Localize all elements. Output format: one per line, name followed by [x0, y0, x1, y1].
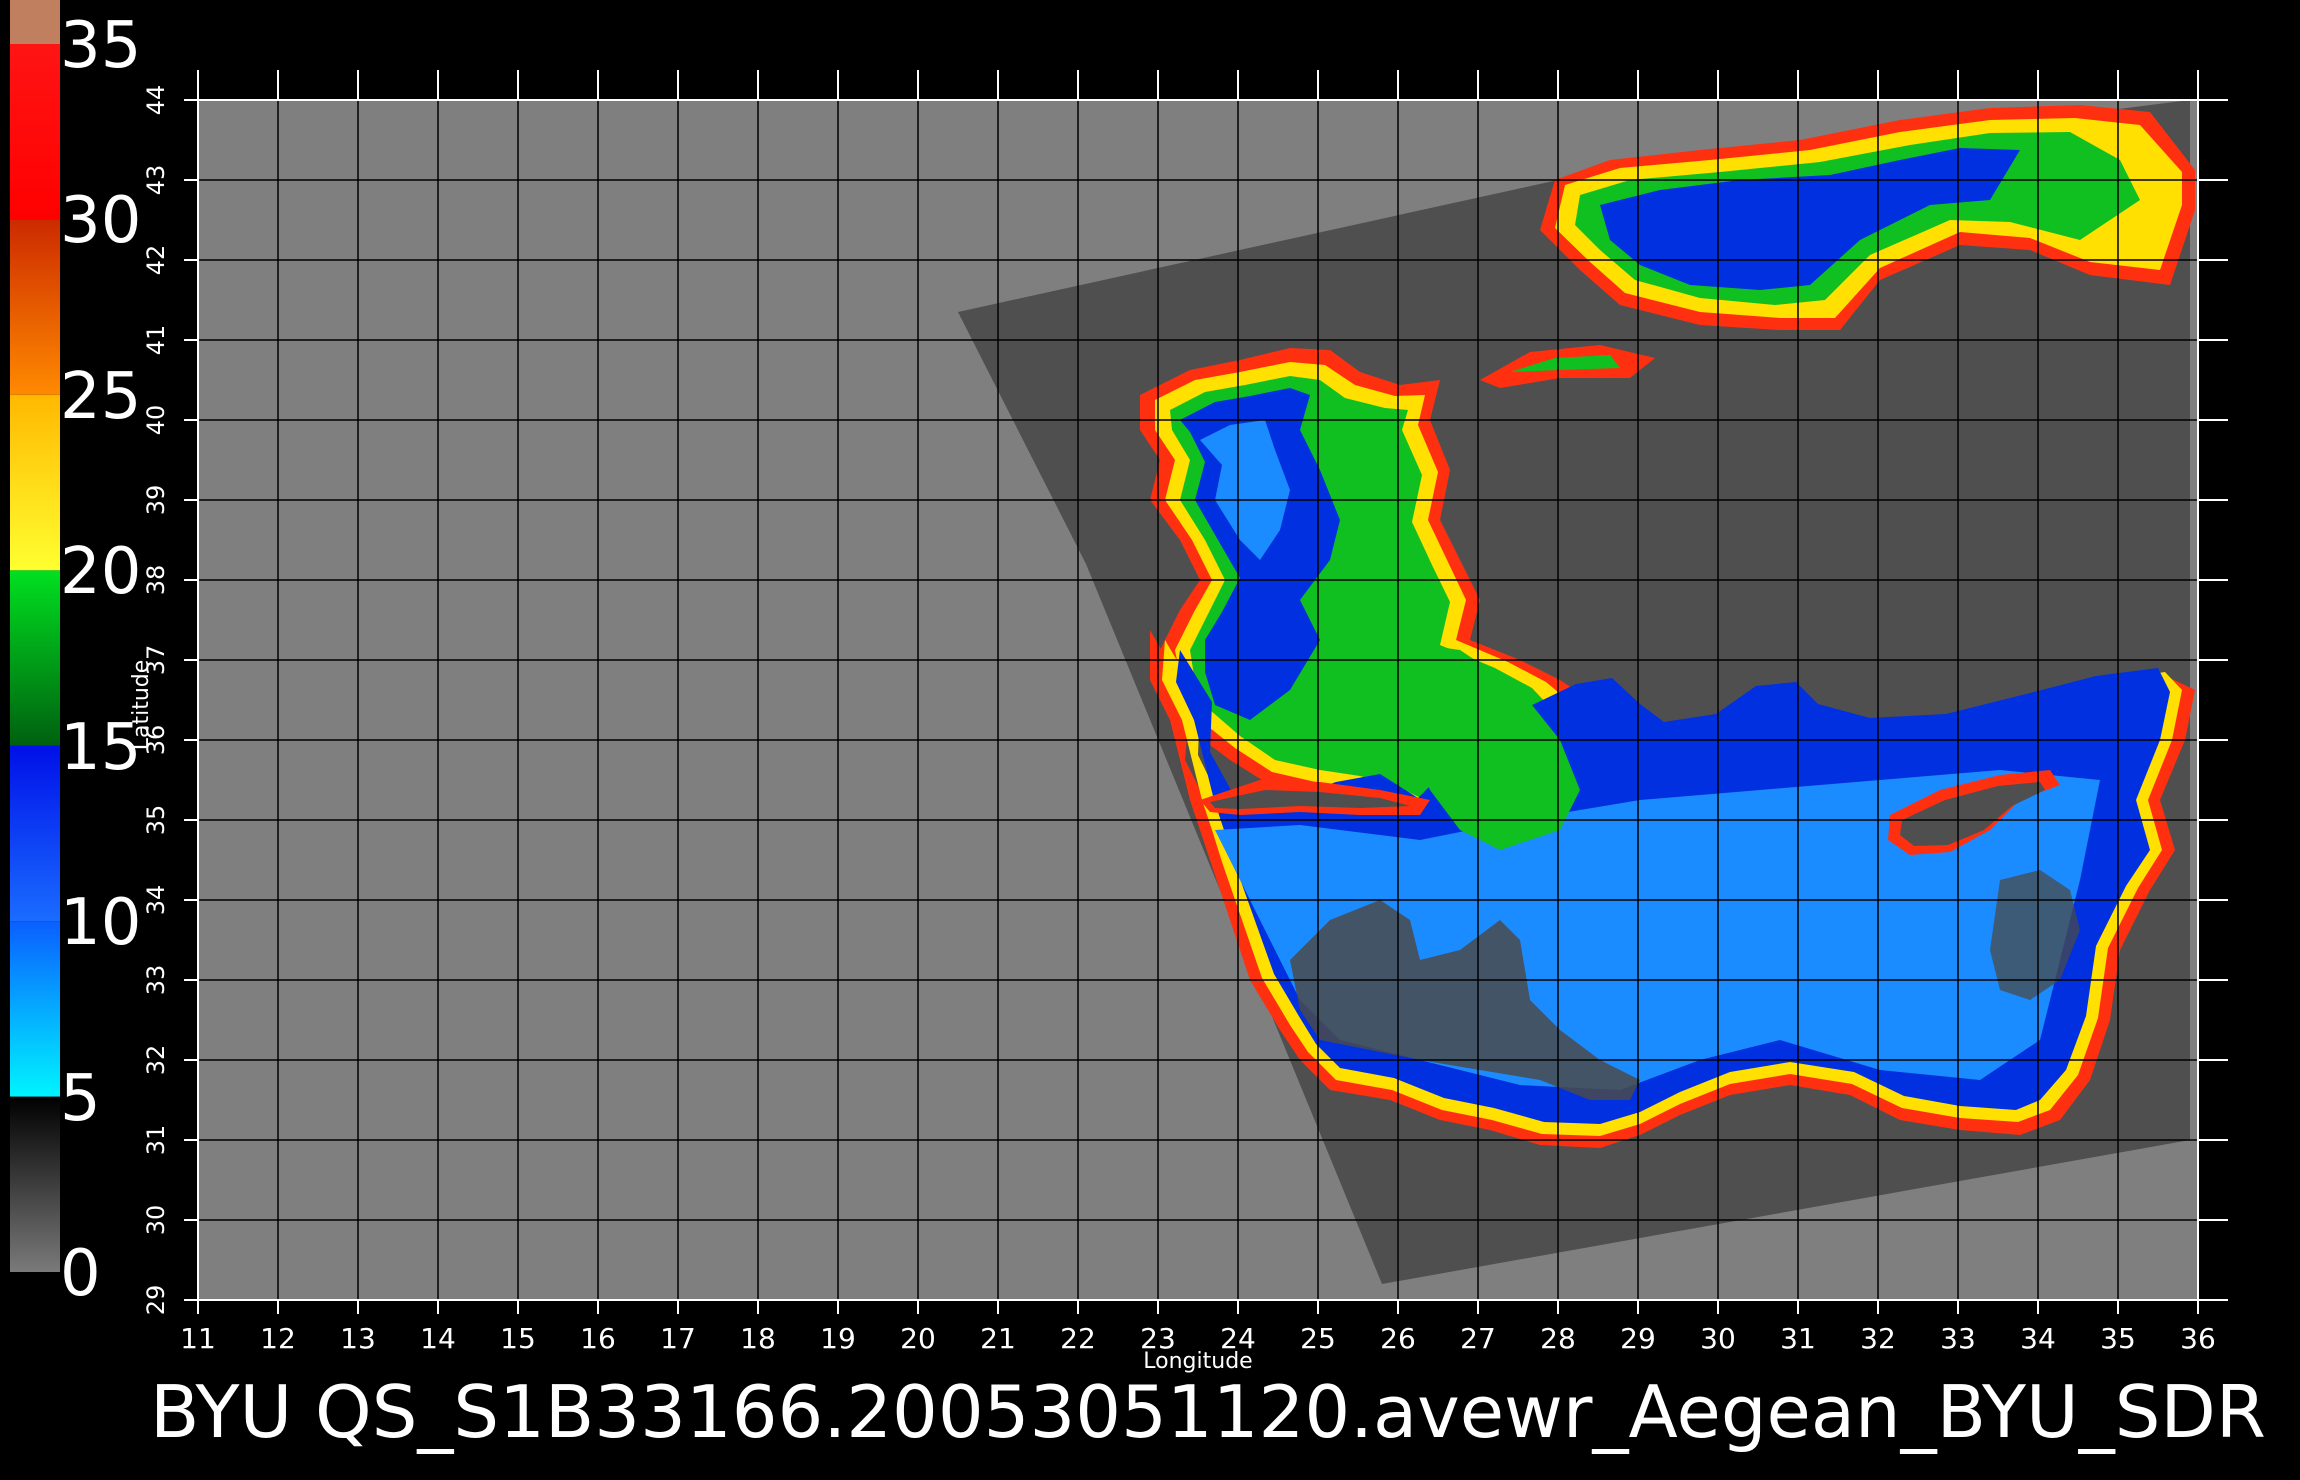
lat-tick-label: 35: [142, 805, 170, 836]
lat-tick-label: 31: [142, 1125, 170, 1156]
lon-tick-label: 15: [500, 1322, 536, 1355]
color-bar-label: 35: [60, 9, 142, 83]
color-bar-segment: [10, 1096, 60, 1272]
lon-tick-label: 35: [2100, 1322, 2136, 1355]
color-bar-label: 30: [60, 184, 142, 259]
lat-tick-label: 42: [142, 245, 170, 276]
lon-tick-label: 30: [1700, 1322, 1736, 1355]
lon-tick-label: 26: [1380, 1322, 1416, 1355]
color-bar-cap: [10, 0, 60, 44]
lon-tick-label: 14: [420, 1322, 456, 1355]
wind-map-figure: 11 12 13 14 15 16 17 18 19 20 21 22 23 24 25 26 27 28 29 30…: [10, 0, 2228, 1374]
figure-title: BYU QS_S1B33166.20053051120.avewr_Aegean…: [150, 1370, 2266, 1454]
lon-tick-label: 29: [1620, 1322, 1656, 1355]
lat-tick-label: 40: [142, 405, 170, 436]
lon-tick-label: 32: [1860, 1322, 1896, 1355]
lon-tick-label: 12: [260, 1322, 296, 1355]
color-bar-segment: [10, 219, 60, 395]
lat-tick-label: 30: [142, 1205, 170, 1236]
color-bar-segment: [10, 44, 60, 220]
color-bar-segment: [10, 570, 60, 746]
color-bar-label: 10: [60, 886, 142, 961]
lon-tick-label: 28: [1540, 1322, 1576, 1355]
lon-tick-label: 13: [340, 1322, 376, 1355]
color-bar-label: 25: [60, 359, 142, 434]
lat-tick-label: 29: [142, 1285, 170, 1316]
lon-tick-label: 19: [820, 1322, 856, 1355]
color-bar-label: 5: [60, 1061, 101, 1136]
lat-tick-label: 43: [142, 165, 170, 196]
lat-tick-label: 41: [142, 325, 170, 356]
color-bar-segment: [10, 921, 60, 1097]
lon-tick-label: 20: [900, 1322, 936, 1355]
lon-tick-label: 17: [660, 1322, 696, 1355]
lat-tick-label: 33: [142, 965, 170, 996]
color-bar: [10, 0, 60, 1272]
lat-tick-label: 34: [142, 885, 170, 916]
color-bar-segment: [10, 745, 60, 922]
color-bar-label: 20: [60, 535, 142, 610]
color-bar-label: 15: [60, 710, 142, 785]
lon-tick-label: 36: [2180, 1322, 2216, 1355]
lon-tick-label: 25: [1300, 1322, 1336, 1355]
lon-tick-label: 18: [740, 1322, 776, 1355]
lon-tick-label: 22: [1060, 1322, 1096, 1355]
lat-tick-label: 44: [142, 85, 170, 116]
lon-tick-label: 21: [980, 1322, 1016, 1355]
lon-tick-label: 33: [1940, 1322, 1976, 1355]
lat-tick-label: 38: [142, 565, 170, 596]
lat-tick-label: 39: [142, 485, 170, 516]
lon-tick-label: 31: [1780, 1322, 1816, 1355]
lon-tick-label: 27: [1460, 1322, 1496, 1355]
lon-tick-label: 11: [180, 1322, 216, 1355]
color-bar-label: 0: [60, 1237, 101, 1311]
color-bar-segment: [10, 394, 60, 571]
lat-tick-label: 32: [142, 1045, 170, 1076]
lon-tick-label: 16: [580, 1322, 616, 1355]
lon-tick-label: 34: [2020, 1322, 2056, 1355]
